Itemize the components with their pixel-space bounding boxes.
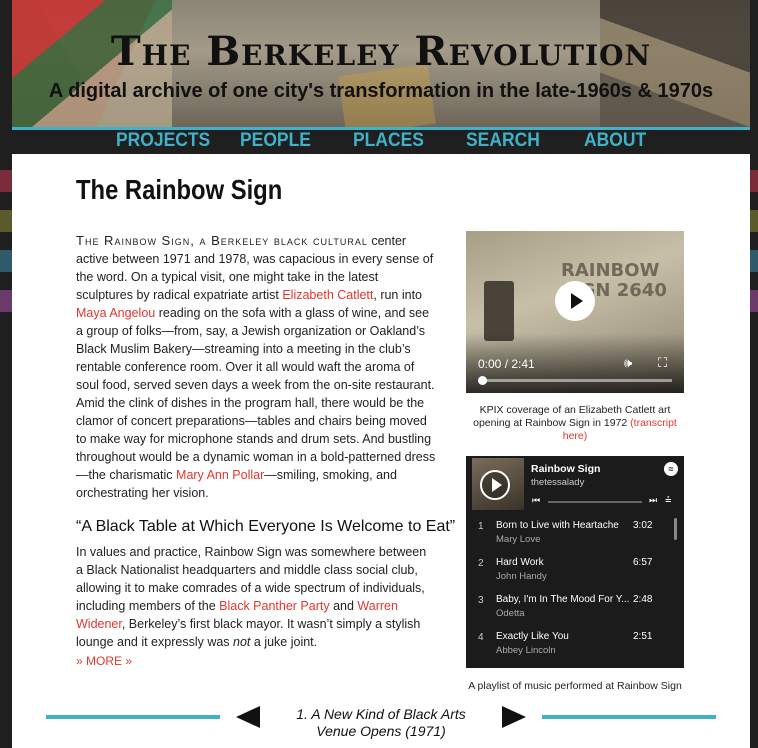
track-title: Hard Work <box>496 557 544 568</box>
video-progress-track[interactable] <box>480 379 672 382</box>
track-duration: 3:02 <box>633 520 653 531</box>
video-progress-knob[interactable] <box>478 376 487 385</box>
video-frame-lamp <box>484 281 514 341</box>
track-duration: 2:48 <box>633 594 653 605</box>
site-title[interactable]: The Berkeley Revolution <box>12 28 750 75</box>
playlist-play-button[interactable] <box>480 470 510 500</box>
pager-line-right <box>542 715 716 719</box>
section-emphasis: not <box>233 635 251 649</box>
intro-text-3: reading on the sofa with a glass of wine… <box>76 306 436 482</box>
page-title: The Rainbow Sign <box>76 174 283 205</box>
track-duration: 2:51 <box>633 631 653 642</box>
track-number: 2 <box>478 558 484 569</box>
track-list-scrollbar[interactable] <box>674 518 677 540</box>
track-title: Born to Live with Heartache <box>496 520 619 531</box>
main-content: The Rainbow Sign The Rainbow Sign, a Ber… <box>12 154 750 748</box>
track-artist: John Handy <box>496 571 547 582</box>
video-caption: KPIX coverage of an Elizabeth Catlett ar… <box>466 404 684 443</box>
more-link[interactable]: » MORE » <box>76 654 132 668</box>
previous-arrow-icon[interactable] <box>236 706 260 728</box>
section-text-4: a juke joint. <box>250 635 318 649</box>
track-row[interactable]: 1 Born to Live with Heartache Mary Love … <box>466 514 684 551</box>
nav-search[interactable]: SEARCH <box>466 130 540 152</box>
track-title: Baby, I'm In The Mood For Y... <box>496 594 630 605</box>
video-player[interactable]: RAINBOW SIGN 2640 0:00 / 2:41 🕪 ⛶ <box>466 231 684 393</box>
next-track-icon[interactable]: ⏭ <box>649 495 657 506</box>
main-nav: PROJECTS PEOPLE PLACES SEARCH ABOUT <box>12 130 750 154</box>
site-banner[interactable]: The Berkeley Revolution A digital archiv… <box>12 0 750 127</box>
link-black-panther-party[interactable]: Black Panther Party <box>219 599 329 613</box>
share-icon[interactable]: ⩮ <box>665 494 671 507</box>
track-number: 4 <box>478 632 484 643</box>
fullscreen-icon[interactable]: ⛶ <box>658 355 667 371</box>
spotify-player[interactable]: Rainbow Sign thetessalady ≈ ⏮ ⏭ ⩮ 1 Born… <box>466 456 684 668</box>
volume-icon[interactable]: 🕪 <box>624 355 632 371</box>
playlist-title[interactable]: Rainbow Sign <box>531 463 600 475</box>
pager-next-title[interactable]: 1. A New Kind of Black Arts Venue Opens … <box>276 706 486 740</box>
nav-projects[interactable]: PROJECTS <box>116 130 210 152</box>
track-row[interactable]: 4 Exactly Like You Abbey Lincoln 2:51 <box>466 625 684 662</box>
nav-about[interactable]: ABOUT <box>584 130 646 152</box>
nav-people[interactable]: PEOPLE <box>240 130 311 152</box>
pager-line-left <box>46 715 220 719</box>
track-row[interactable]: 3 Baby, I'm In The Mood For Y... Odetta … <box>466 588 684 625</box>
track-number: 1 <box>478 521 484 532</box>
nav-places[interactable]: PLACES <box>353 130 424 152</box>
intro-lead: The Rainbow Sign, a Berkeley black cultu… <box>76 233 368 248</box>
playlist-owner[interactable]: thetessalady <box>531 477 584 488</box>
link-elizabeth-catlett[interactable]: Elizabeth Catlett <box>282 288 373 302</box>
intro-text-2: , run into <box>373 288 423 302</box>
playlist-caption: A playlist of music performed at Rainbow… <box>468 680 682 692</box>
track-title: Exactly Like You <box>496 631 569 642</box>
next-arrow-icon[interactable] <box>502 706 526 728</box>
track-artist: Odetta <box>496 608 525 619</box>
site-subtitle: A digital archive of one city's transfor… <box>48 80 714 102</box>
track-duration: 6:57 <box>633 557 653 568</box>
section-heading: “A Black Table at Which Everyone Is Welc… <box>76 518 456 535</box>
video-time: 0:00 / 2:41 <box>478 357 535 371</box>
section-text-2: and <box>329 599 358 613</box>
link-mary-ann-pollar[interactable]: Mary Ann Pollar <box>176 468 264 482</box>
spotify-icon[interactable]: ≈ <box>664 462 678 476</box>
section-paragraph: In values and practice, Rainbow Sign was… <box>76 543 436 651</box>
intro-paragraph: The Rainbow Sign, a Berkeley black cultu… <box>76 232 436 502</box>
link-maya-angelou[interactable]: Maya Angelou <box>76 306 155 320</box>
track-artist: Mary Love <box>496 534 541 545</box>
track-number: 3 <box>478 595 484 606</box>
track-artist: Abbey Lincoln <box>496 645 556 656</box>
track-list: 1 Born to Live with Heartache Mary Love … <box>466 514 684 662</box>
playlist-progress-bar[interactable] <box>548 501 642 503</box>
previous-track-icon[interactable]: ⏮ <box>532 495 540 506</box>
video-play-button[interactable] <box>555 281 595 321</box>
track-row[interactable]: 2 Hard Work John Handy 6:57 <box>466 551 684 588</box>
